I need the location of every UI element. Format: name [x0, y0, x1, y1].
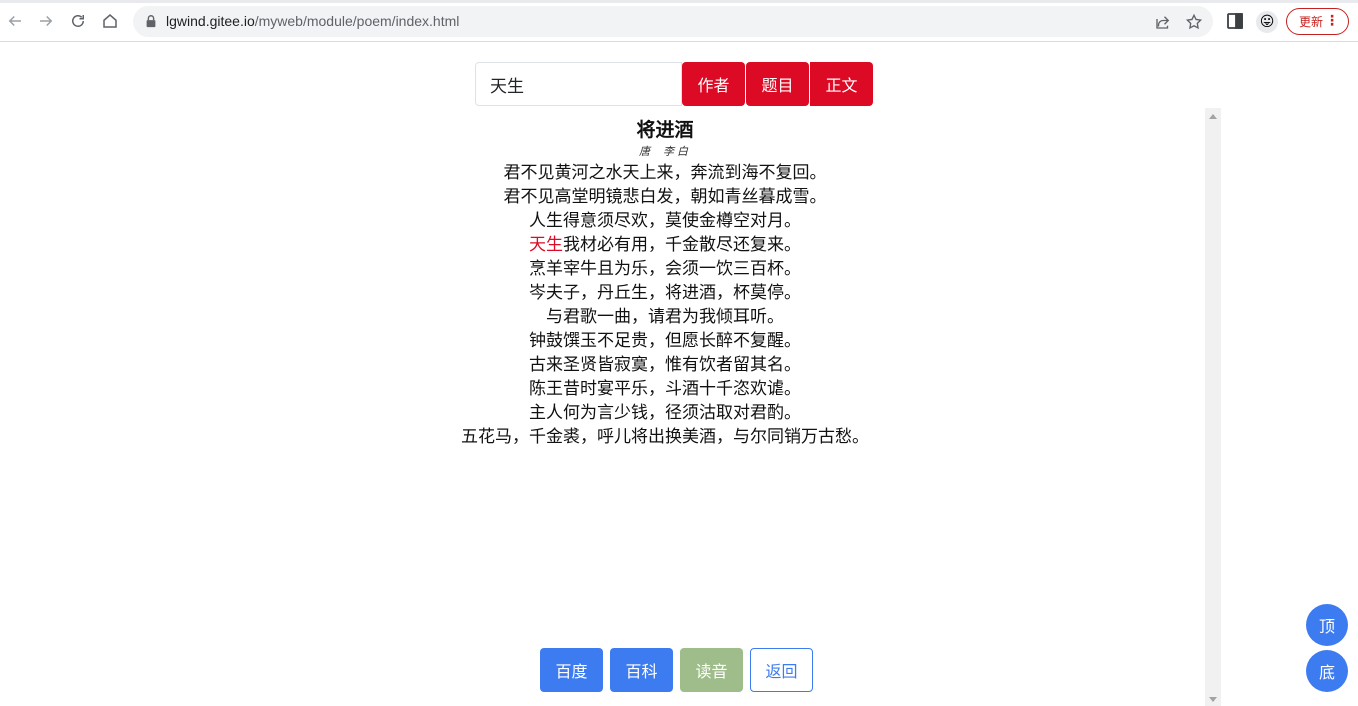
scroll-up-arrow-icon[interactable] [1209, 114, 1217, 119]
scroll-to-bottom-button[interactable]: 底 [1306, 650, 1348, 692]
scroll-to-top-button[interactable]: 顶 [1306, 604, 1348, 646]
search-title-button[interactable]: 题目 [746, 62, 809, 106]
update-button[interactable]: 更新 ⋮ [1286, 8, 1349, 35]
poem-content: 将进酒 唐李白 君不见黄河之水天上来，奔流到海不复回。 君不见高堂明镜悲白发，朝如… [330, 116, 1000, 449]
poem-author: 李白 [663, 145, 691, 158]
search-body-button[interactable]: 正文 [810, 62, 873, 106]
reload-icon[interactable] [66, 9, 90, 33]
back-button[interactable]: 返回 [750, 648, 813, 692]
lock-icon [146, 15, 156, 28]
poem-line: 陈王昔时宴平乐，斗酒十千恣欢谑。 [529, 379, 801, 399]
url-text[interactable]: lgwind.gitee.io/myweb/module/poem/index.… [166, 12, 459, 30]
search-author-button[interactable]: 作者 [682, 62, 745, 106]
poem-line: 与君歌一曲，请君为我倾耳听。 [546, 307, 784, 327]
menu-dots-icon[interactable]: ⋮ [1325, 13, 1339, 29]
share-icon[interactable] [1154, 13, 1172, 31]
poem-line: 天生我材必有用，千金散尽还复来。 [529, 235, 801, 255]
search-input[interactable] [475, 62, 682, 106]
poem-line: 君不见高堂明镜悲白发，朝如青丝暮成雪。 [503, 187, 827, 207]
address-bar[interactable]: lgwind.gitee.io/myweb/module/poem/index.… [133, 6, 1213, 37]
highlighted-term: 天生 [529, 235, 563, 255]
scroll-down-arrow-icon[interactable] [1209, 697, 1217, 702]
baike-button[interactable]: 百科 [610, 648, 673, 692]
poem-line: 人生得意须尽欢，莫使金樽空对月。 [529, 211, 801, 231]
browser-toolbar: lgwind.gitee.io/myweb/module/poem/index.… [0, 0, 1358, 42]
poem-line: 五花马，千金裘，呼儿将出换美酒，与尔同销万古愁。 [461, 427, 869, 447]
baidu-button[interactable]: 百度 [540, 648, 603, 692]
url-path: /myweb/module/poem/index.html [254, 13, 460, 29]
poem-line: 钟鼓馔玉不足贵，但愿长醉不复醒。 [529, 331, 801, 351]
poem-meta: 唐李白 [330, 144, 1000, 160]
content-scrollbar[interactable] [1205, 108, 1221, 706]
poem-line: 古来圣贤皆寂寞，惟有饮者留其名。 [529, 355, 801, 375]
url-host: lgwind.gitee.io [166, 13, 255, 29]
profile-avatar-icon[interactable]: 😛 [1256, 11, 1278, 33]
forward-arrow-icon[interactable] [34, 9, 58, 33]
tab-strip [0, 0, 1358, 3]
update-label: 更新 [1299, 15, 1324, 29]
poem-dynasty: 唐 [639, 145, 653, 158]
home-icon[interactable] [98, 9, 122, 33]
poem-line: 主人何为言少钱，径须沽取对君酌。 [529, 403, 801, 423]
poem-line: 岑夫子，丹丘生，将进酒，杯莫停。 [529, 283, 801, 303]
poem-line: 君不见黄河之水天上来，奔流到海不复回。 [503, 163, 827, 183]
back-arrow-icon[interactable] [3, 9, 27, 33]
poem-lines: 君不见黄河之水天上来，奔流到海不复回。 君不见高堂明镜悲白发，朝如青丝暮成雪。 人生… [330, 161, 1000, 449]
poem-title: 将进酒 [636, 119, 694, 141]
read-aloud-button[interactable]: 读音 [680, 648, 743, 692]
poem-line: 烹羊宰牛且为乐，会须一饮三百杯。 [529, 259, 801, 279]
side-panel-icon[interactable] [1226, 12, 1244, 30]
bookmark-star-icon[interactable] [1185, 13, 1203, 31]
